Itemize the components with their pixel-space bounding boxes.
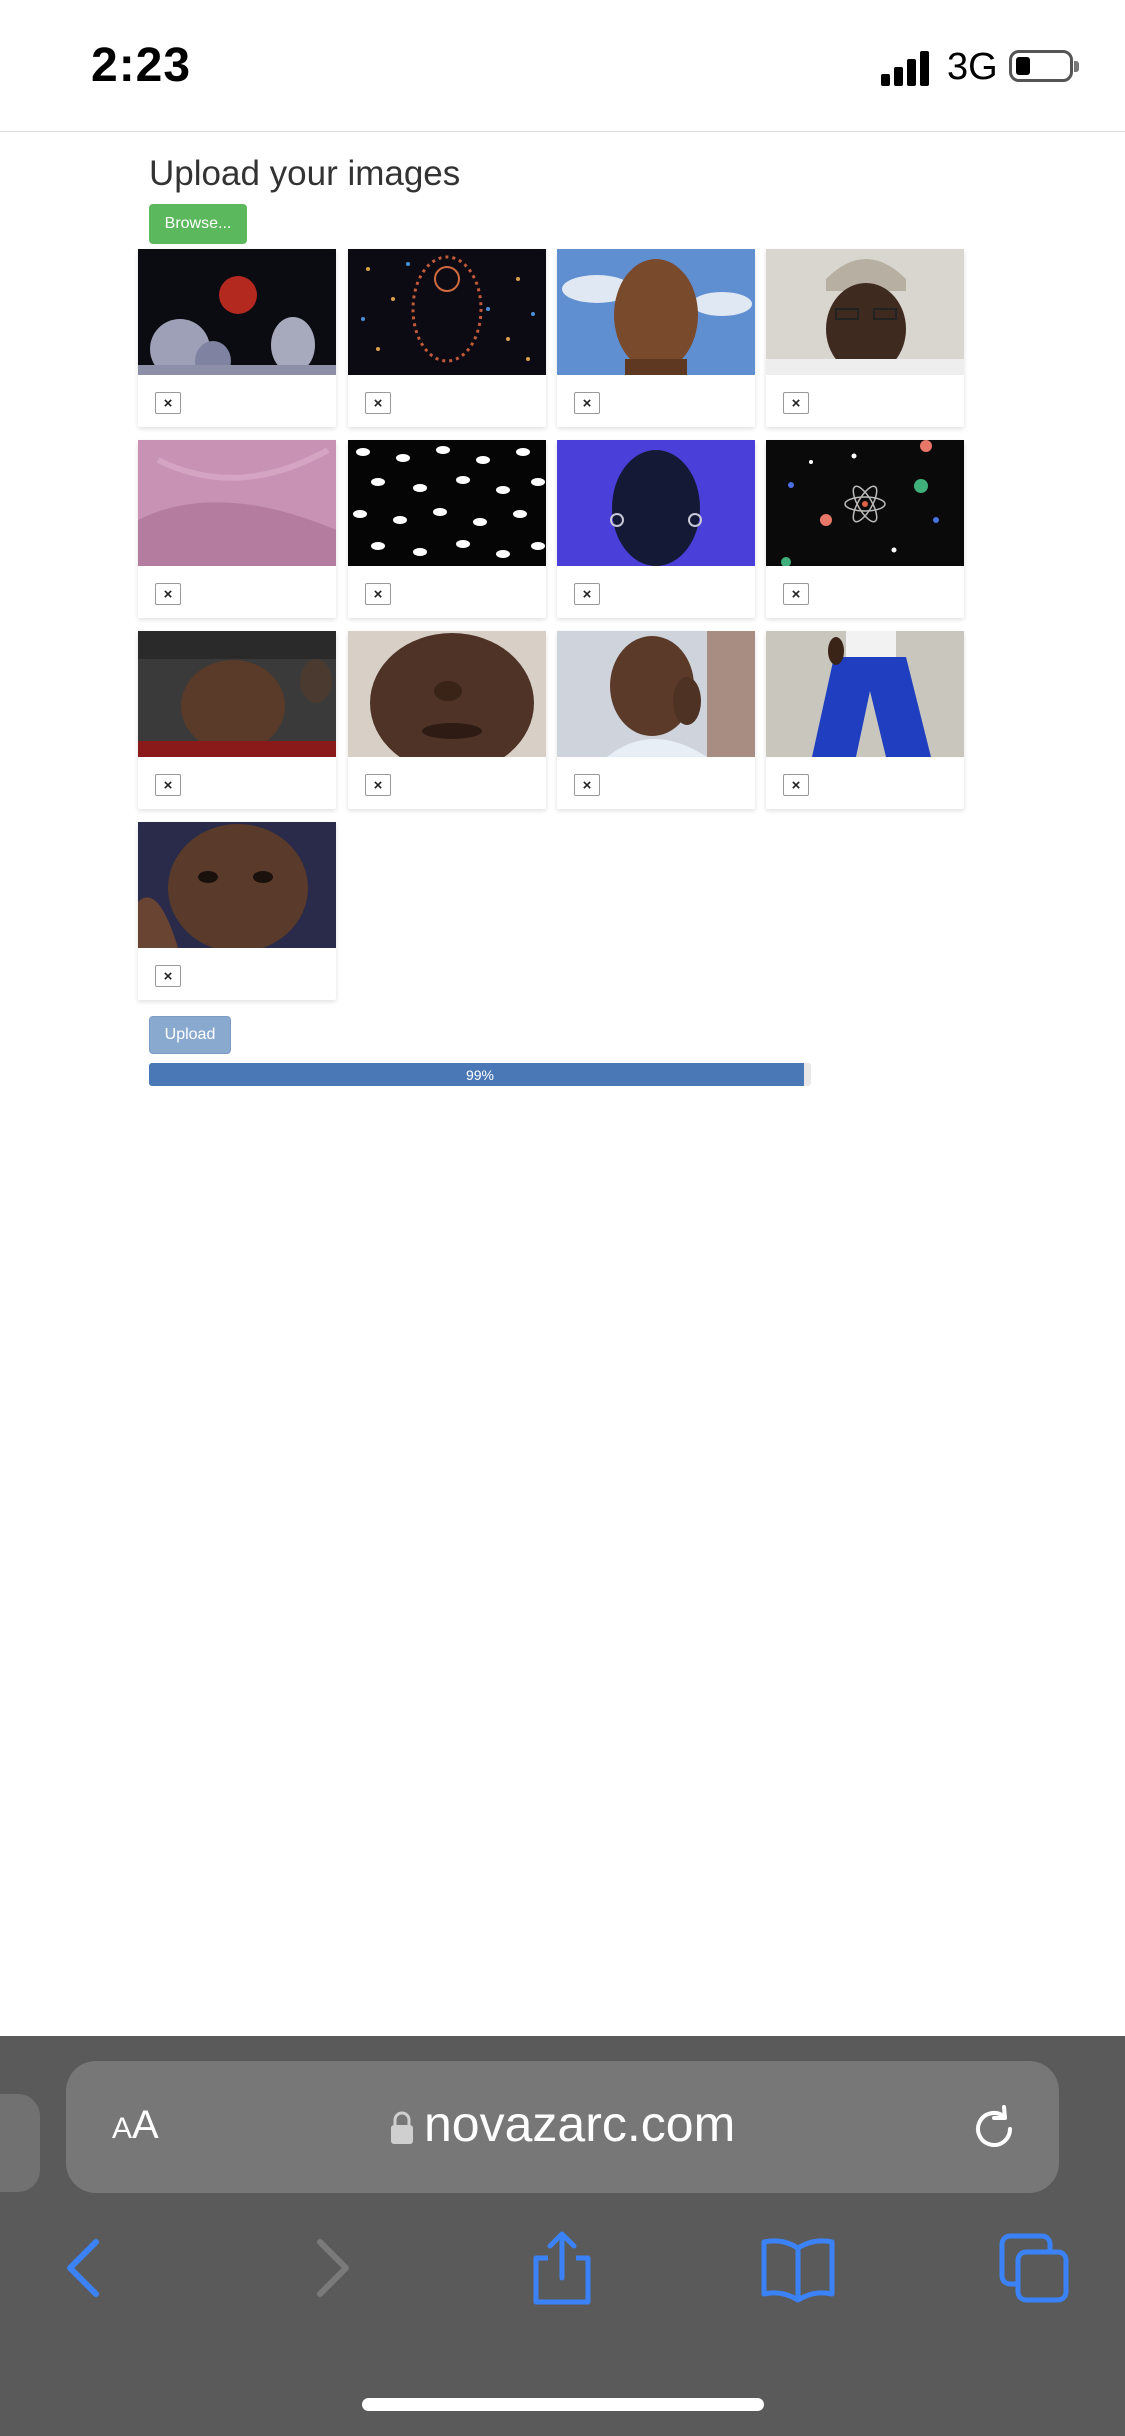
thumbnail-card: × [766, 249, 964, 427]
remove-button[interactable]: × [365, 774, 391, 796]
battery-icon [1009, 50, 1079, 82]
hand-face-image-2 [138, 822, 336, 948]
eyes-pattern-image [348, 440, 546, 566]
thumbnail-card: × [138, 822, 336, 1000]
back-icon[interactable] [46, 2228, 126, 2308]
thumbnail-card: × [138, 631, 336, 809]
tabs-icon[interactable] [994, 2228, 1074, 2308]
blue-portrait-image [557, 440, 755, 566]
remove-button[interactable]: × [155, 965, 181, 987]
upload-button[interactable]: Upload [149, 1016, 231, 1054]
text-size-button[interactable]: AA [112, 2103, 159, 2148]
thumbnail-card: × [348, 249, 546, 427]
remove-button[interactable]: × [783, 392, 809, 414]
remove-button[interactable]: × [155, 392, 181, 414]
remove-button[interactable]: × [783, 583, 809, 605]
remove-button[interactable]: × [155, 583, 181, 605]
thumbnail-card: × [138, 440, 336, 618]
hand-face-image [557, 631, 755, 757]
forward-icon[interactable] [290, 2228, 370, 2308]
browse-button[interactable]: Browse... [149, 204, 247, 244]
thumbnail-card: × [348, 440, 546, 618]
moon-statues-image [138, 249, 336, 375]
selfie-image [138, 631, 336, 757]
bookmarks-icon[interactable] [758, 2228, 838, 2308]
status-bar: 2:23 3G [0, 0, 1125, 132]
share-icon[interactable] [522, 2228, 602, 2308]
cellular-signal-icon [881, 50, 933, 86]
home-indicator[interactable] [362, 2398, 764, 2411]
upload-progress-bar: 99% [149, 1063, 811, 1086]
thumbnail-card: × [348, 631, 546, 809]
lock-icon [391, 2111, 413, 2144]
thumbnail-card: × [557, 249, 755, 427]
remove-button[interactable]: × [574, 774, 600, 796]
reload-icon[interactable] [964, 2099, 1024, 2159]
remove-button[interactable]: × [574, 392, 600, 414]
thumbnail-card: × [557, 631, 755, 809]
thumbnail-card: × [766, 631, 964, 809]
network-type: 3G [947, 46, 998, 88]
thumbnail-card: × [138, 249, 336, 427]
sparkle-figure-image [348, 249, 546, 375]
previous-tab-preview[interactable] [0, 2094, 40, 2192]
thumbnail-card: × [766, 440, 964, 618]
url-text[interactable]: novazarc.com [424, 2095, 735, 2153]
remove-button[interactable]: × [574, 583, 600, 605]
face-closeup-image [348, 631, 546, 757]
blue-trousers-image [766, 631, 964, 757]
clock: 2:23 [91, 39, 192, 92]
atom-dots-image [766, 440, 964, 566]
thumbnail-card: × [557, 440, 755, 618]
remove-button[interactable]: × [155, 774, 181, 796]
remove-button[interactable]: × [783, 774, 809, 796]
remove-button[interactable]: × [365, 392, 391, 414]
portrait-sky-image [557, 249, 755, 375]
pink-fabric-image [138, 440, 336, 566]
remove-button[interactable]: × [365, 583, 391, 605]
portrait-cap-image [766, 249, 964, 375]
progress-label: 99% [465, 1066, 495, 1083]
page-title: Upload your images [149, 154, 461, 193]
